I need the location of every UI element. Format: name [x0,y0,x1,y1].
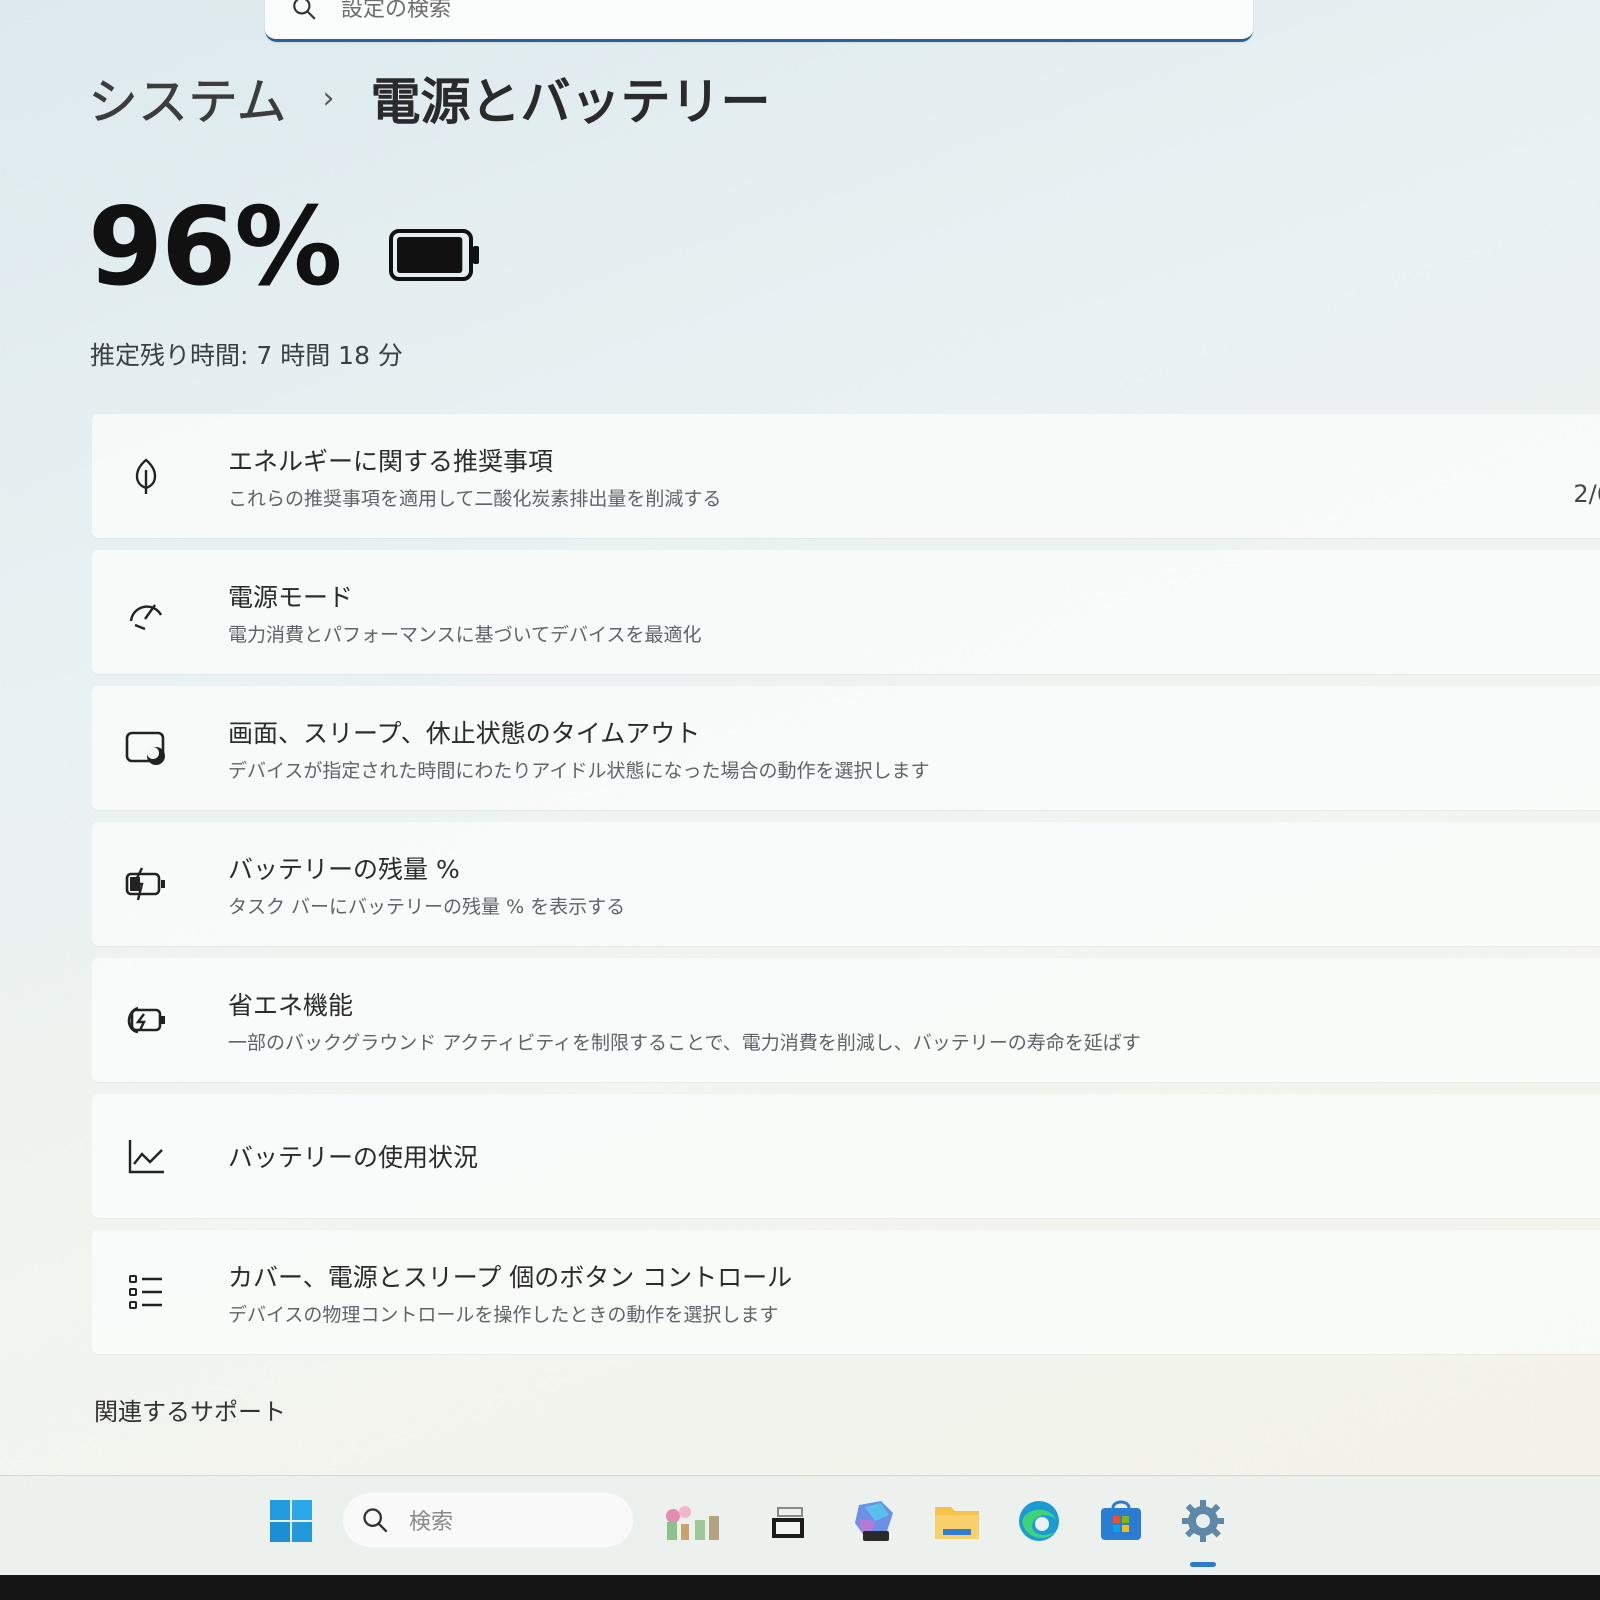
start-icon[interactable] [268,1498,314,1544]
list-icon [122,1268,170,1316]
edge-icon[interactable] [1014,1496,1064,1546]
chevron-right-icon: › [322,80,335,116]
battery-full-icon [388,228,479,281]
setting-description: これらの推奨事項を適用して二酸化炭素排出量を削減する [228,487,722,510]
breadcrumb: システム › 電源とバッテリー [88,62,771,134]
related-support-heading: 関連するサポート [94,1398,286,1426]
setting-description: デバイスの物理コントロールを操作したときの動作を選択します [228,1303,779,1326]
setting-power-mode[interactable]: 電源モード 電力消費とパフォーマンスに基づいてデバイスを最適化 [92,550,1600,674]
screen-sleep-icon [122,724,170,772]
battery-charging-icon [122,860,170,908]
settings-icon[interactable] [1178,1496,1228,1546]
store-icon[interactable] [1096,1496,1146,1546]
setting-battery-usage[interactable]: バッテリーの使用状況 [92,1094,1600,1218]
setting-description: タスク バーにバッテリーの残量 % を表示する [228,895,626,918]
setting-title: バッテリーの使用状況 [228,1143,479,1172]
setting-energy-saver[interactable]: 省エネ機能 一部のバックグラウンド アクティビティを制限することで、電力消費を削… [92,958,1600,1082]
battery-percent: 96% [88,185,343,310]
m365-icon[interactable] [850,1496,900,1546]
active-app-indicator [1190,1562,1216,1567]
speedometer-icon [122,588,170,636]
screen-bezel [0,1575,1600,1600]
recommendation-count-badge: 2/6 [1573,480,1600,508]
setting-title: 電源モード [228,582,354,612]
setting-title: 画面、スリープ、休止状態のタイムアウト [228,718,701,748]
task-view-icon[interactable] [766,1502,810,1542]
battery-saver-icon [122,996,170,1044]
setting-lid-power-buttons[interactable]: カバー、電源とスリープ 個のボタン コントロール デバイスの物理コントロールを操… [92,1230,1600,1354]
setting-description: デバイスが指定された時間にわたりアイドル状態になった場合の動作を選択します [228,759,930,782]
setting-description: 一部のバックグラウンド アクティビティを制限することで、電力消費を削減し、バッテ… [228,1031,1141,1054]
battery-summary: 96% [88,185,481,310]
taskbar-search[interactable]: 検索 [343,1493,633,1547]
search-icon [293,0,316,20]
page-title: 電源とバッテリー [370,73,771,131]
setting-description: 電力消費とパフォーマンスに基づいてデバイスを最適化 [228,623,702,646]
setting-title: エネルギーに関する推奨事項 [228,446,554,476]
taskbar-search-placeholder: 検索 [409,1510,454,1535]
search-icon [363,1508,388,1533]
settings-search-input[interactable]: 設定の検索 [265,0,1253,42]
setting-battery-percentage[interactable]: バッテリーの残量 % タスク バーにバッテリーの残量 % を表示する [92,822,1600,946]
setting-energy-recommendations[interactable]: エネルギーに関する推奨事項 これらの推奨事項を適用して二酸化炭素排出量を削減する… [92,414,1600,538]
widgets-icon[interactable] [660,1500,726,1544]
setting-title: バッテリーの残量 % [228,854,460,884]
file-explorer-icon[interactable] [932,1496,982,1546]
breadcrumb-system-link[interactable]: システム [88,62,287,134]
setting-title: 省エネ機能 [228,990,354,1020]
setting-title: カバー、電源とスリープ 個のボタン コントロール [228,1262,793,1292]
usage-chart-icon [122,1132,170,1180]
battery-time-estimate: 推定残り時間: 7 時間 18 分 [90,341,403,370]
leaf-icon [122,452,170,500]
setting-screen-sleep-timeout[interactable]: 画面、スリープ、休止状態のタイムアウト デバイスが指定された時間にわたりアイドル… [92,686,1600,810]
search-placeholder: 設定の検索 [341,0,452,22]
